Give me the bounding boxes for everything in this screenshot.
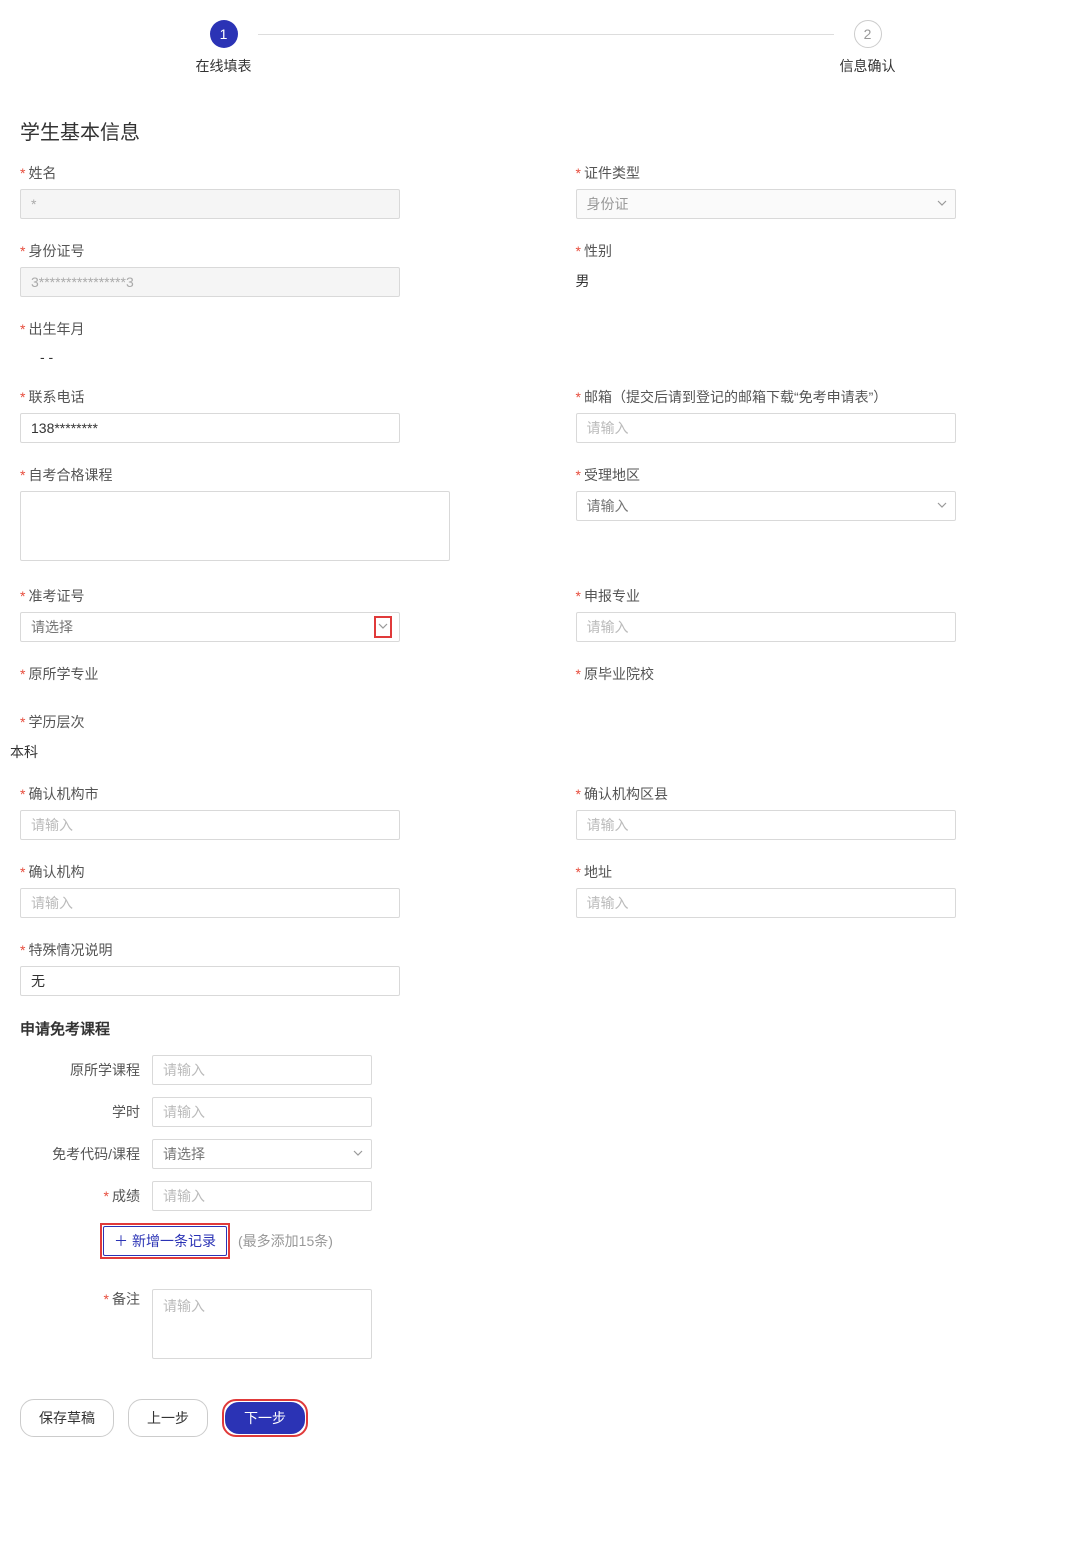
add-record-hint: (最多添加15条)	[238, 1231, 333, 1251]
label-pass-course: *自考合格课程	[20, 465, 516, 485]
step-2: 2 信息确认	[840, 20, 896, 76]
step-1-circle: 1	[210, 20, 238, 48]
add-record-highlight: ＋新增一条记录	[100, 1223, 230, 1259]
label-special: *特殊情况说明	[20, 940, 516, 960]
label-birth: *出生年月	[20, 319, 516, 339]
prev-button[interactable]: 上一步	[128, 1399, 208, 1437]
input-confirm-org[interactable]	[20, 888, 400, 918]
select-region[interactable]	[576, 491, 956, 521]
label-declare-major: *申报专业	[576, 586, 1072, 606]
label-orig-course: 原所学课程	[20, 1060, 140, 1080]
input-declare-major[interactable]	[576, 612, 956, 642]
label-email: *邮箱（提交后请到登记的邮箱下载“免考申请表”）	[576, 387, 1072, 407]
label-confirm-org: *确认机构	[20, 862, 516, 882]
input-hours[interactable]	[152, 1097, 372, 1127]
textarea-pass-course[interactable]	[20, 491, 450, 561]
label-level: *学历层次	[20, 712, 516, 732]
label-exempt-code: 免考代码/课程	[20, 1144, 140, 1164]
step-1-label: 在线填表	[196, 56, 252, 76]
select-exempt-code[interactable]	[152, 1139, 372, 1169]
input-email[interactable]	[576, 413, 956, 443]
input-id-no[interactable]	[20, 267, 400, 297]
step-line	[258, 34, 834, 35]
label-orig-major: *原所学专业	[20, 664, 516, 684]
label-score: *成绩	[20, 1186, 140, 1206]
next-button[interactable]: 下一步	[225, 1402, 305, 1434]
label-phone: *联系电话	[20, 387, 516, 407]
value-birth: - -	[20, 345, 516, 365]
label-gender: *性别	[576, 241, 1072, 261]
input-score[interactable]	[152, 1181, 372, 1211]
apply-section-title: 申请免考课程	[20, 1018, 1071, 1039]
label-exam-no: *准考证号	[20, 586, 516, 606]
label-hours: 学时	[20, 1102, 140, 1122]
label-confirm-city: *确认机构市	[20, 784, 516, 804]
label-orig-school: *原毕业院校	[576, 664, 1072, 684]
value-level: 本科	[10, 738, 516, 762]
select-id-type[interactable]	[576, 189, 956, 219]
next-button-highlight: 下一步	[222, 1399, 308, 1437]
input-special[interactable]	[20, 966, 400, 996]
input-name[interactable]	[20, 189, 400, 219]
step-2-label: 信息确认	[840, 56, 896, 76]
label-id-type: *证件类型	[576, 163, 1072, 183]
step-indicator: 1 在线填表 2 信息确认	[196, 10, 896, 76]
save-draft-button[interactable]: 保存草稿	[20, 1399, 114, 1437]
label-remark: *备注	[20, 1289, 140, 1309]
input-phone[interactable]	[20, 413, 400, 443]
label-region: *受理地区	[576, 465, 1072, 485]
label-name: *姓名	[20, 163, 516, 183]
select-exam-no[interactable]	[20, 612, 400, 642]
textarea-remark[interactable]	[152, 1289, 372, 1359]
input-confirm-county[interactable]	[576, 810, 956, 840]
label-confirm-county: *确认机构区县	[576, 784, 1072, 804]
add-record-button[interactable]: ＋新增一条记录	[103, 1226, 227, 1256]
input-orig-course[interactable]	[152, 1055, 372, 1085]
input-address[interactable]	[576, 888, 956, 918]
label-address: *地址	[576, 862, 1072, 882]
label-id-no: *身份证号	[20, 241, 516, 261]
action-bar: 保存草稿 上一步 下一步	[10, 1389, 1081, 1457]
step-1: 1 在线填表	[196, 20, 252, 76]
plus-icon: ＋	[114, 1231, 128, 1251]
step-2-circle: 2	[854, 20, 882, 48]
value-gender: 男	[576, 267, 1072, 291]
input-confirm-city[interactable]	[20, 810, 400, 840]
section-basic-title: 学生基本信息	[20, 116, 1081, 145]
